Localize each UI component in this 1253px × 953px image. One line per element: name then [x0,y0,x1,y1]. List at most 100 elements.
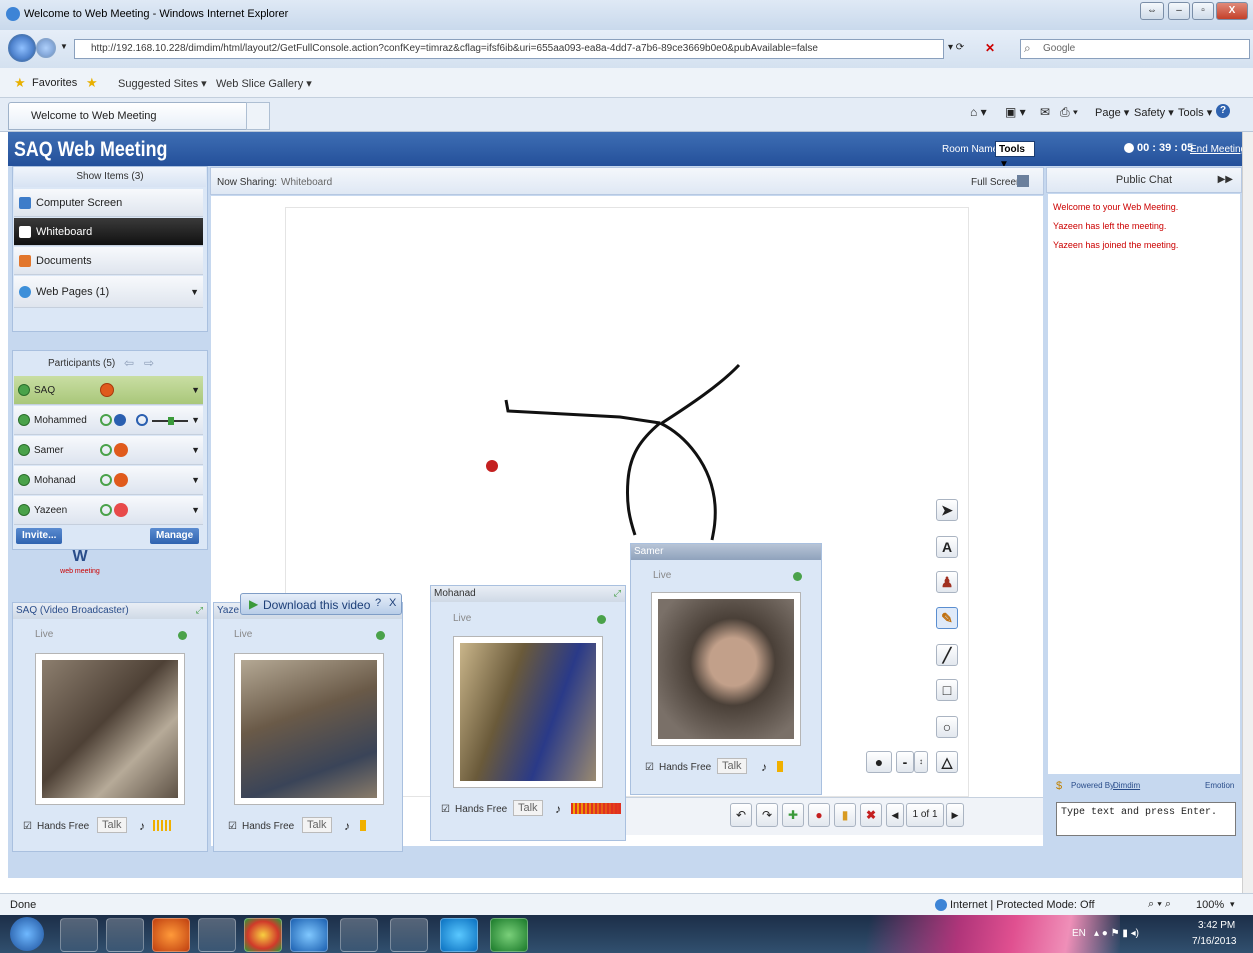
add-favorite-icon[interactable]: ★ [86,75,98,91]
cmd-tools[interactable]: Tools ▾ [1178,106,1212,119]
taskbar-excel-icon[interactable] [490,918,528,952]
taskbar-chrome-icon[interactable] [244,918,282,952]
color-picker-icon[interactable]: ● [866,751,892,773]
close-button[interactable]: X [1216,2,1248,20]
minimize-button[interactable]: – [1168,2,1190,20]
tray-icons[interactable]: ▴ ● ⚑ ▮ ◂) [1094,928,1139,939]
talk-button[interactable]: Talk [513,800,543,816]
triangle-tool-icon[interactable]: △ [936,751,958,773]
language-indicator[interactable]: EN [1072,928,1086,939]
select-pointer-icon[interactable]: ➤ [936,499,958,521]
menu-whiteboard[interactable]: Whiteboard [14,218,203,246]
taskbar-explorer-icon[interactable] [106,918,144,952]
hands-free-checkbox[interactable]: ☑ [645,762,654,773]
chat-input[interactable]: Type text and press Enter. [1056,802,1236,836]
full-screen-link[interactable]: Full Screen [971,177,1022,188]
talk-button[interactable]: Talk [717,758,747,774]
show-items-header[interactable]: Show Items (3) [14,167,206,187]
dimdim-link[interactable]: Dimdim [1113,781,1140,790]
chevron-down-icon[interactable]: ▼ [190,276,199,308]
taskbar-skype-icon[interactable] [440,918,478,952]
help-icon[interactable]: ? [375,597,381,609]
taskbar-firefox-icon[interactable] [152,918,190,952]
collapse-chat-icon[interactable]: ▶▶ [1218,168,1233,192]
help-icon[interactable]: ? [1216,104,1230,118]
address-bar[interactable]: http://192.168.10.228/dimdim/html/layout… [74,39,944,59]
taskbar-ie-icon[interactable] [60,918,98,952]
room-name-select[interactable]: Tools ▼ [995,141,1035,170]
arrow-left-icon[interactable]: ⇦ [124,356,134,370]
start-button-icon[interactable] [10,917,44,951]
menu-computer-screen[interactable]: Computer Screen [14,189,203,217]
clock-date[interactable]: 7/16/2013 [1192,936,1237,947]
participant-row[interactable]: Yazeen ▼ [14,496,203,525]
chevron-down-icon[interactable]: ▼ [191,376,200,405]
zoom-dropdown-icon[interactable]: ▾ [1230,899,1235,910]
chevron-down-icon[interactable]: ▼ [191,436,200,465]
redo-icon[interactable]: ↷ [756,803,778,827]
chevron-down-icon[interactable]: ▼ [191,406,200,435]
page-scrollbar[interactable] [1242,132,1253,893]
refresh-icon[interactable]: ▾ ⟳ [948,42,964,53]
hands-free-checkbox[interactable]: ☑ [441,804,450,815]
circle-tool-icon[interactable]: ○ [936,716,958,738]
text-tool-icon[interactable]: A [936,536,958,558]
chevron-down-icon[interactable]: ▼ [191,496,200,525]
taskbar-app-icon[interactable] [290,918,328,952]
stamp-tool-icon[interactable]: ♟ [936,571,958,593]
participant-row[interactable]: SAQ ▼ [14,376,203,405]
feeds-icon[interactable]: ▣ ▾ [1005,105,1026,119]
menu-web-pages[interactable]: Web Pages (1) ▼ [14,276,203,308]
back-button-icon[interactable] [8,34,36,62]
print-icon[interactable]: ⎙ ▾ [1060,105,1078,120]
lock-icon[interactable]: ▮ [834,803,856,827]
new-tab-button[interactable] [246,102,270,130]
fav-web-slice-gallery[interactable]: Web Slice Gallery ▾ [216,77,312,90]
undo-icon[interactable]: ↶ [730,803,752,827]
menu-documents[interactable]: Documents [14,247,203,275]
maximize-button[interactable]: ▫ [1192,2,1214,20]
cmd-page[interactable]: Page ▾ [1095,106,1129,119]
rectangle-tool-icon[interactable]: □ [936,679,958,701]
talk-button[interactable]: Talk [97,817,127,833]
participant-row[interactable]: Mohanad ▼ [14,466,203,495]
next-page-icon[interactable]: ▶ [946,803,964,827]
zoom-level[interactable]: 100% [1196,899,1224,911]
pencil-tool-icon[interactable]: ✎ [936,607,958,629]
close-icon[interactable]: X [389,597,396,609]
participant-row[interactable]: Samer ▼ [14,436,203,465]
clock-time[interactable]: 3:42 PM [1198,920,1235,931]
invite-button[interactable]: Invite... [16,528,63,544]
zoom-icon[interactable]: ⌕ ▾ ⌕ [1148,898,1171,911]
search-icon[interactable]: ⌕ [1024,41,1031,56]
record-icon[interactable]: ● [808,803,830,827]
line-width-icon[interactable]: - [896,751,914,773]
line-tool-icon[interactable]: ╱ [936,644,958,666]
add-page-icon[interactable]: ✚ [782,803,804,827]
stop-icon[interactable]: ✕ [985,41,995,55]
cmd-safety[interactable]: Safety ▾ [1134,106,1174,119]
history-dropdown-icon[interactable]: ▼ [60,42,68,51]
forward-button-icon[interactable] [36,38,56,58]
arrow-right-icon[interactable]: ⇨ [144,356,154,370]
restore-tabs-icon[interactable]: ⇔ [1140,2,1164,20]
prev-page-icon[interactable]: ◀ [886,803,904,827]
hands-free-checkbox[interactable]: ☑ [228,821,237,832]
delete-icon[interactable]: ✖ [860,803,882,827]
download-video-link[interactable]: Download this video [263,598,370,612]
taskbar-app2-icon[interactable] [390,918,428,952]
expand-icon[interactable]: ⤢ [614,588,621,599]
hands-free-checkbox[interactable]: ☑ [23,821,32,832]
chevron-down-icon[interactable]: ▼ [191,466,200,495]
stepper-icon[interactable]: ↕ [914,751,928,773]
emotion-button[interactable]: Emotion [1205,781,1234,790]
volume-slider-handle[interactable] [168,417,174,425]
manage-button[interactable]: Manage [150,528,200,544]
expand-icon[interactable]: ⤢ [196,605,203,616]
fav-suggested-sites[interactable]: Suggested Sites ▾ [118,77,207,90]
search-box[interactable]: Google [1020,39,1250,59]
end-meeting-link[interactable]: End Meeting [1190,144,1246,155]
favorites-button[interactable]: Favorites [32,77,77,89]
taskbar-folder-icon[interactable] [340,918,378,952]
download-video-bar[interactable]: ▶ Download this video ? X [240,593,402,615]
